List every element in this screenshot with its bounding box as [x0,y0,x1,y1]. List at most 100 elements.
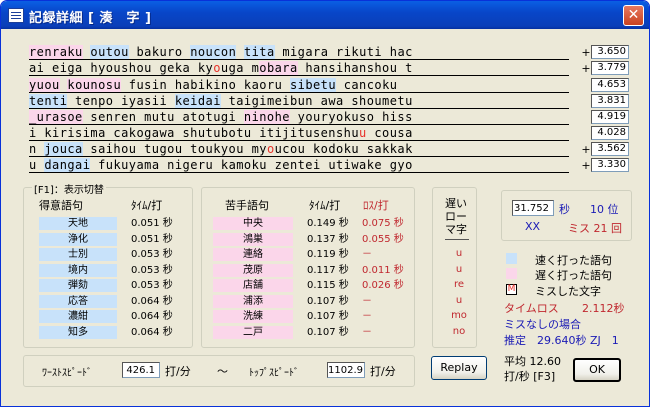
line-time: 4.028 [591,126,629,140]
line-mark: + [581,159,591,172]
bad-word-time: 0.149 秒 [307,218,349,229]
line-time: 3.779 [591,61,629,75]
good-word-time: 0.051 秒 [131,233,173,245]
ok-button[interactable]: OK [573,358,621,382]
window-title: 記録詳細 [ 湊 字 ] [29,11,152,26]
slow-letter: re [453,279,465,290]
bad-word: 茂原 [213,263,293,277]
line-time: 3.831 [591,94,629,108]
worst-speed-unit: 打/分 [165,365,191,378]
bad-word-time: 0.117 秒 [307,264,349,276]
slow-letter: mo [451,310,467,321]
highlighted-word: keidai [174,94,221,108]
highlighted-word: _urasoe [29,110,83,124]
estimate-label: 推定 29.640秒 ZJ 1 [504,334,619,347]
bad-word-loss: 0.075 秒 [362,218,404,229]
slow-letter: u [455,294,463,306]
bad-word-loss: － [362,249,372,260]
bad-word-time: 0.107 秒 [307,311,349,322]
timeloss-label: タイムロス [504,302,559,315]
miss-mark-swatch: M [506,284,517,295]
romaji-line: yuou kounosu fusin habikino kaoru sibetu… [29,78,569,93]
bad-word: 店舗 [213,279,293,292]
romaji-text: taigimeibun awa shoumetu [220,94,413,108]
romaji-text: tenpo iyasii [67,94,175,108]
slow-letter: no [452,325,466,337]
good-word-time: 0.053 秒 [131,280,173,291]
top-speed-label: ﾄｯﾌﾟｽﾋﾟｰﾄﾞ [249,368,299,379]
slow-romaji-title-3: マ字 [445,223,467,236]
highlighted-word: jouca [44,142,83,156]
highlighted-word: outou [90,45,129,59]
romaji-text: fusin habikino kaoru [121,78,290,92]
line-time: 3.330 [591,158,629,172]
rank-label: 10 位 [590,203,619,216]
bad-word-loss: － [362,326,372,338]
romaji-line: tenti tenpo iyasii keidai taigimeibun aw… [29,94,569,109]
bad-word-time: 0.115 秒 [307,280,349,291]
highlighted-word: kounosu [67,78,122,92]
good-word-time: 0.053 秒 [131,264,173,276]
worst-speed-label: ﾜｰｽﾄｽﾋﾟｰﾄﾞ [42,368,92,379]
bad-word-time: 0.119 秒 [307,249,349,260]
bad-word: 浦添 [213,294,293,308]
bad-word-time: 0.107 秒 [307,326,349,338]
romaji-text: bakuro [128,45,191,59]
highlighted-word: noucon [190,45,237,59]
nomiss-label: ミスなしの場合 [504,318,581,331]
xx-label: XX [525,220,541,233]
romaji-text: senren mutu atotugi [82,110,244,124]
line-time: 4.919 [591,110,629,124]
romaji-line: renraku outou bakuro noucon tita migara … [29,45,569,60]
romaji-text: saihou tugou toukyou my [82,142,267,156]
highlighted-word: tenti [29,94,68,108]
loss-header: ﾛｽ/打 [363,199,389,212]
romaji-text: uga m [220,61,260,75]
top-speed-unit: 打/分 [370,365,396,378]
romaji-text: youryokuso hiss [289,110,413,124]
highlighted-word: dangai [44,158,91,172]
display-toggle-legend[interactable]: [F1]：表示切替 [32,181,106,196]
close-button[interactable]: ✕ [623,5,644,26]
highlighted-word: ninohe [243,110,290,124]
good-word: 濃紺 [39,310,117,323]
romaji-text: migara rikuti hac [274,45,413,59]
line-mark: + [581,62,591,75]
avg-label: 平均 12.60 [504,355,561,368]
slow-swatch [506,268,517,279]
bad-word-loss: － [362,311,372,322]
romaji-line: n jouca saihou tugou toukyou myoucou kod… [29,142,569,157]
line-time: 3.562 [591,142,629,156]
bad-words-header: 苦手語句 [225,199,269,212]
bad-word-time: 0.137 秒 [307,233,349,245]
romaji-text: u [29,158,45,172]
replay-button[interactable]: Replay [431,356,487,380]
bad-word-loss: 0.026 秒 [362,280,404,291]
title-bar[interactable]: 記録詳細 [ 湊 字 ] ✕ [1,1,649,29]
slow-letter: u [455,263,463,275]
slow-letter: u [455,248,463,259]
romaji-line: ai eiga hyoushou geka kyouga mobara hans… [29,61,569,76]
bad-word-loss: 0.055 秒 [362,233,404,245]
good-word: 士別 [39,248,117,261]
romaji-text: ai eiga hyoushou geka ky [29,61,214,75]
good-time-header: ﾀｲﾑ/打 [131,199,163,212]
romaji-text: cousa [366,126,413,140]
timeloss-value: 2.112秒 [582,302,625,315]
miss-char: u [359,126,367,140]
speed-range-tilde: ～ [217,365,228,378]
highlighted-word: renraku [29,45,83,59]
bad-word-loss: － [362,295,372,307]
highlighted-word: obara [259,61,298,75]
highlighted-word: tita [243,45,275,59]
good-word-time: 0.053 秒 [131,249,173,260]
bad-word: 洗練 [213,310,293,323]
highlighted-word: sibetu [289,78,337,92]
highlighted-word: yuou [29,78,60,92]
line-time: 3.650 [591,45,629,59]
line-time: 4.653 [591,78,629,92]
romaji-text [236,45,244,59]
bad-word: 二戸 [213,325,293,339]
bad-word: 鴻巣 [213,232,293,246]
miss-legend-label: ミスした文字 [535,285,601,298]
